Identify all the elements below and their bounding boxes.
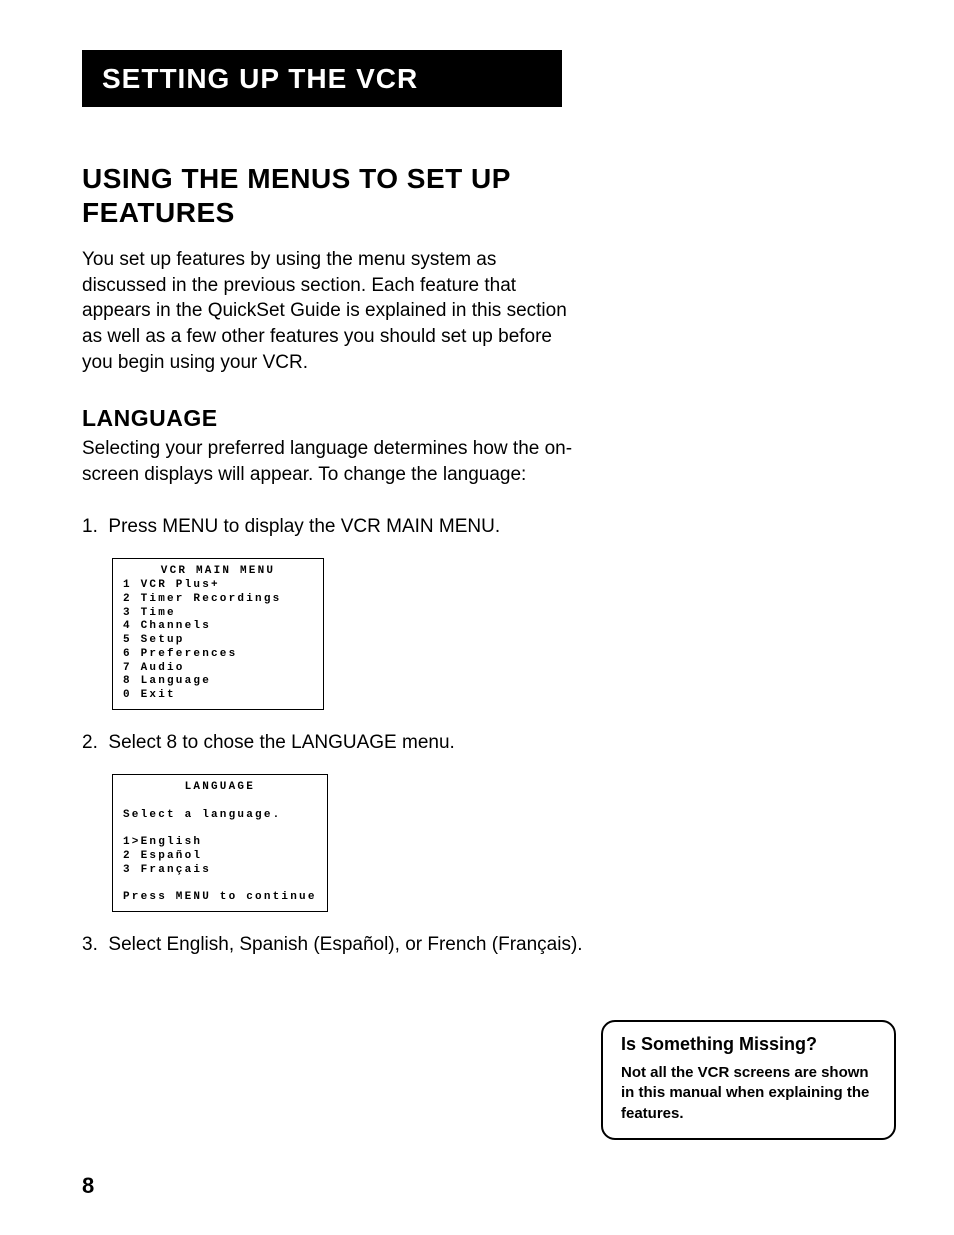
screen2-options: 1>English 2 Español 3 Français [123, 836, 317, 877]
chapter-title: Setting Up the VCR [102, 63, 418, 94]
step-2: 2. Select 8 to chose the LANGUAGE menu. [82, 730, 872, 757]
step-3: 3. Select English, Spanish (Español), or… [82, 932, 872, 959]
step-1-text: Press MENU to display the VCR MAIN MENU. [108, 516, 500, 537]
screen2-title: LANGUAGE [123, 781, 317, 795]
screen1-title: VCR MAIN MENU [123, 565, 313, 579]
intro-paragraph: You set up features by using the menu sy… [82, 247, 582, 375]
screen2-footer: Press MENU to continue [123, 891, 317, 905]
step-2-text: Select 8 to chose the LANGUAGE menu. [108, 732, 454, 753]
screen1-lines: 1 VCR Plus+ 2 Timer Recordings 3 Time 4 … [123, 579, 313, 703]
subsection-intro: Selecting your preferred language determ… [82, 436, 582, 487]
step-3-text: Select English, Spanish (Español), or Fr… [108, 934, 582, 955]
step-1: 1. Press MENU to display the VCR MAIN ME… [82, 514, 872, 541]
callout-body: Not all the VCR screens are shown in thi… [621, 1063, 876, 1124]
screen2-prompt: Select a language. [123, 809, 317, 823]
chapter-header-bar: Setting Up the VCR [82, 50, 562, 107]
language-menu-screen: LANGUAGE Select a language. 1>English 2 … [112, 774, 328, 912]
step-2-number: 2. [82, 732, 98, 753]
section-title: Using the Menus to Set Up Features [82, 162, 582, 229]
callout-title: Is Something Missing? [621, 1034, 876, 1055]
vcr-main-menu-screen: VCR MAIN MENU1 VCR Plus+ 2 Timer Recordi… [112, 558, 324, 710]
subsection-title: Language [82, 405, 872, 432]
callout-box: Is Something Missing? Not all the VCR sc… [601, 1020, 896, 1140]
page-number: 8 [82, 1173, 94, 1199]
step-1-number: 1. [82, 516, 98, 537]
step-3-number: 3. [82, 934, 98, 955]
page-content: Setting Up the VCR Using the Menus to Se… [0, 0, 954, 959]
